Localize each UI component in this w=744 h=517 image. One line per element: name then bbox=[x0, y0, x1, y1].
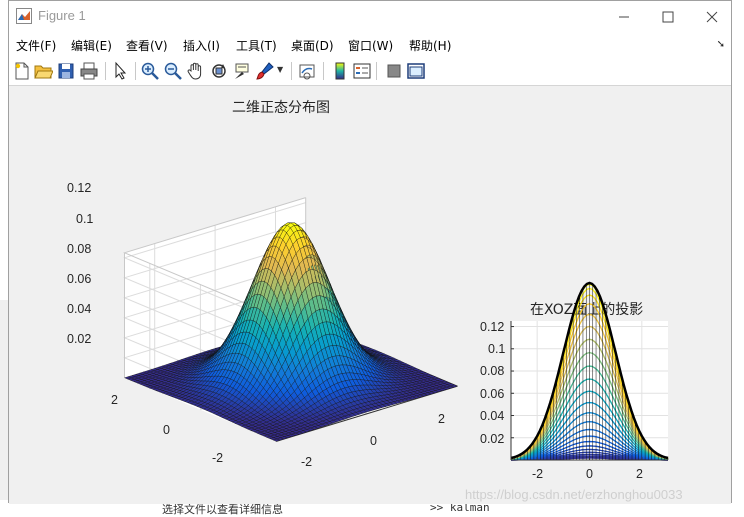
open-file-icon[interactable] bbox=[33, 61, 53, 81]
z-tick-label: 0.08 bbox=[67, 242, 91, 256]
proj-x-tick-label: 0 bbox=[586, 467, 593, 481]
y-tick-label: -2 bbox=[212, 451, 223, 465]
close-icon bbox=[706, 11, 718, 23]
toolbar-separator bbox=[323, 62, 324, 80]
zoom-out-icon[interactable] bbox=[163, 61, 183, 81]
toolbar-separator bbox=[291, 62, 292, 80]
menu-insert[interactable]: 插入(I) bbox=[183, 37, 220, 54]
maximize-button[interactable] bbox=[645, 1, 691, 32]
projection-plot bbox=[511, 283, 668, 460]
z-tick-label: 0.06 bbox=[67, 272, 91, 286]
minimize-button[interactable] bbox=[601, 1, 647, 32]
figure-window: Figure 1 文件(F) 编辑(E) 查看(V) 插入(I) 工具(T) 桌… bbox=[8, 0, 732, 503]
menu-edit[interactable]: 编辑(E) bbox=[71, 37, 112, 54]
colorbar-icon[interactable] bbox=[330, 61, 350, 81]
new-figure-icon[interactable] bbox=[12, 61, 32, 81]
edit-plot-arrow-icon[interactable] bbox=[111, 61, 131, 81]
proj-y-tick-label: 0.08 bbox=[480, 364, 504, 378]
toolbar-separator bbox=[105, 62, 106, 80]
minimize-icon bbox=[618, 11, 630, 23]
menu-window[interactable]: 窗口(W) bbox=[348, 37, 393, 54]
link-plot-icon[interactable] bbox=[297, 61, 317, 81]
print-icon[interactable] bbox=[79, 61, 99, 81]
menu-view[interactable]: 查看(V) bbox=[126, 37, 168, 54]
close-button[interactable] bbox=[689, 1, 735, 32]
x-tick-label: 2 bbox=[438, 412, 445, 426]
figure-canvas: 二维正态分布图 在XOZ面上的投影 0.12 0.1 0.08 0.06 0.0… bbox=[9, 86, 731, 504]
toolbar-separator bbox=[376, 62, 377, 80]
title-bar: Figure 1 bbox=[9, 1, 731, 32]
y-tick-label: 2 bbox=[111, 393, 118, 407]
window-title: Figure 1 bbox=[38, 8, 86, 23]
proj-y-tick-label: 0.04 bbox=[480, 409, 504, 423]
menu-help[interactable]: 帮助(H) bbox=[409, 37, 451, 54]
matlab-icon bbox=[16, 8, 32, 24]
save-icon[interactable] bbox=[56, 61, 76, 81]
z-tick-label: 0.04 bbox=[67, 302, 91, 316]
show-plot-tools-icon[interactable] bbox=[406, 61, 426, 81]
maximize-icon bbox=[662, 11, 674, 23]
toolbar: ▼ bbox=[9, 57, 731, 86]
proj-y-tick-label: 0.1 bbox=[488, 342, 505, 356]
z-tick-label: 0.12 bbox=[67, 181, 91, 195]
z-tick-label: 0.1 bbox=[76, 212, 93, 226]
x-tick-label: 0 bbox=[370, 434, 377, 448]
proj-x-tick-label: -2 bbox=[532, 467, 543, 481]
pan-hand-icon[interactable] bbox=[186, 61, 206, 81]
hide-plot-tools-icon[interactable] bbox=[384, 61, 404, 81]
proj-y-tick-label: 0.12 bbox=[480, 320, 504, 334]
x-tick-label: -2 bbox=[301, 455, 312, 469]
dock-arrow-icon[interactable]: ➘ bbox=[717, 39, 725, 50]
toolbar-separator bbox=[135, 62, 136, 80]
zoom-in-icon[interactable] bbox=[140, 61, 160, 81]
data-cursor-icon[interactable] bbox=[232, 61, 252, 81]
rotate-3d-icon[interactable] bbox=[209, 61, 229, 81]
menu-tools[interactable]: 工具(T) bbox=[236, 37, 277, 54]
brush-dropdown-icon[interactable]: ▼ bbox=[277, 65, 283, 74]
menu-desktop[interactable]: 桌面(D) bbox=[291, 37, 334, 54]
proj-y-tick-label: 0.02 bbox=[480, 432, 504, 446]
menu-file[interactable]: 文件(F) bbox=[16, 37, 56, 54]
brush-icon[interactable] bbox=[255, 61, 275, 81]
watermark: https://blog.csdn.net/erzhonghou0033 bbox=[465, 487, 683, 502]
legend-icon[interactable] bbox=[352, 61, 372, 81]
menu-bar: 文件(F) 编辑(E) 查看(V) 插入(I) 工具(T) 桌面(D) 窗口(W… bbox=[9, 32, 731, 57]
proj-x-tick-label: 2 bbox=[636, 467, 643, 481]
z-tick-label: 0.02 bbox=[67, 332, 91, 346]
proj-y-tick-label: 0.06 bbox=[480, 387, 504, 401]
y-tick-label: 0 bbox=[163, 423, 170, 437]
